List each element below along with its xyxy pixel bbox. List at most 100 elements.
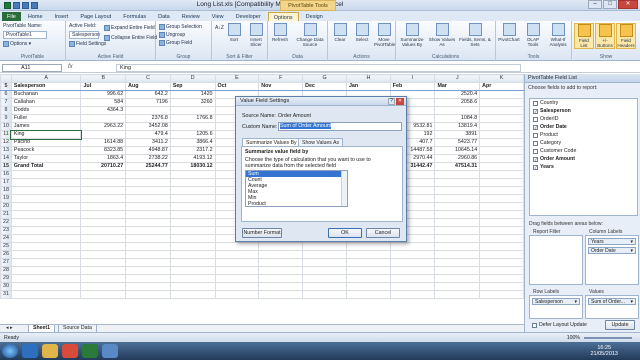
value-cell[interactable] <box>479 210 524 219</box>
row-header[interactable]: 12 <box>0 138 12 147</box>
group-field-button[interactable]: Group Field <box>159 40 192 46</box>
tab-developer[interactable]: Developer <box>231 12 266 21</box>
value-cell[interactable] <box>434 250 481 259</box>
value-cell[interactable]: Apr <box>479 82 524 91</box>
field-checkbox[interactable]: ✓ <box>533 124 538 130</box>
value-cell[interactable] <box>479 154 524 163</box>
row-label-cell[interactable]: Fuller <box>10 114 82 123</box>
column-header[interactable]: H <box>345 74 391 83</box>
area-field-chip[interactable]: Years <box>588 238 636 245</box>
value-cell[interactable] <box>169 282 216 291</box>
value-cell[interactable] <box>258 290 304 299</box>
row-header[interactable]: 29 <box>0 274 12 283</box>
name-box[interactable]: A11 <box>2 64 62 72</box>
value-cell[interactable]: 3891 <box>434 130 481 139</box>
group-selection-button[interactable]: Group Selection <box>159 24 202 30</box>
value-cell[interactable]: 2963.22 <box>80 122 127 131</box>
value-cell[interactable] <box>345 242 391 251</box>
value-cell[interactable] <box>345 258 391 267</box>
value-cell[interactable] <box>479 170 524 179</box>
value-cell[interactable] <box>169 226 216 235</box>
value-cell[interactable] <box>169 170 216 179</box>
row-label-cell[interactable]: Peacock <box>10 146 82 155</box>
value-cell[interactable] <box>125 194 171 203</box>
value-cell[interactable] <box>479 242 524 251</box>
field-list-toggle[interactable]: Field List <box>574 23 594 49</box>
value-cell[interactable]: 642.2 <box>125 90 171 99</box>
column-header[interactable]: B <box>80 74 127 83</box>
value-cell[interactable] <box>258 274 304 283</box>
field-checkbox[interactable] <box>533 100 538 106</box>
start-icon[interactable] <box>2 344 18 358</box>
value-cell[interactable] <box>125 186 171 195</box>
value-cell[interactable] <box>345 282 391 291</box>
value-cell[interactable] <box>302 266 347 275</box>
move-pivottable-button[interactable]: Move PivotTable <box>374 23 395 47</box>
column-header[interactable]: E <box>214 74 260 83</box>
value-cell[interactable] <box>434 202 481 211</box>
value-cell[interactable] <box>479 266 524 275</box>
field-item[interactable]: Country <box>530 99 637 107</box>
value-cell[interactable] <box>389 242 436 251</box>
column-header[interactable]: D <box>169 74 216 83</box>
value-cell[interactable] <box>479 130 524 139</box>
value-cell[interactable]: 2960.86 <box>434 154 481 163</box>
value-cell[interactable]: Mar <box>434 82 481 91</box>
field-item[interactable]: Category <box>530 139 637 147</box>
row-label-cell[interactable] <box>10 194 82 203</box>
value-cell[interactable] <box>80 234 127 243</box>
row-header[interactable]: 23 <box>0 226 12 235</box>
value-cell[interactable] <box>214 290 260 299</box>
value-cell[interactable]: 1420 <box>169 90 216 99</box>
value-cell[interactable]: 3411.2 <box>125 138 171 147</box>
value-cell[interactable] <box>479 250 524 259</box>
row-header[interactable]: 8 <box>0 106 12 115</box>
value-cell[interactable]: 2376.8 <box>125 114 171 123</box>
dialog-close-button[interactable]: ✕ <box>396 98 404 105</box>
value-cell[interactable] <box>214 282 260 291</box>
value-cell[interactable]: 584 <box>80 98 127 107</box>
field-item[interactable]: ✓ Order Date <box>530 123 637 131</box>
value-cell[interactable] <box>479 90 524 99</box>
value-cell[interactable]: 13819.4 <box>434 122 481 131</box>
row-header[interactable]: 11 <box>0 130 12 139</box>
value-cell[interactable] <box>389 258 436 267</box>
options-dropdown[interactable]: Options ▾ <box>3 41 31 47</box>
refresh-button[interactable]: Refresh <box>270 23 290 42</box>
value-cell[interactable] <box>169 274 216 283</box>
value-cell[interactable]: 2058.6 <box>434 98 481 107</box>
value-cell[interactable]: Jul <box>80 82 127 91</box>
value-cell[interactable] <box>479 274 524 283</box>
value-cell[interactable] <box>80 218 127 227</box>
value-cell[interactable] <box>169 250 216 259</box>
value-cell[interactable]: 18030.12 <box>169 162 216 171</box>
row-header[interactable]: 24 <box>0 234 12 243</box>
row-header[interactable]: 17 <box>0 178 12 187</box>
chrome-icon[interactable] <box>62 344 78 358</box>
row-label-cell[interactable]: King <box>10 129 82 140</box>
summary-function-list[interactable]: Sum Count Average Max Min Product <box>245 170 348 207</box>
value-cell[interactable] <box>80 170 127 179</box>
clear-button[interactable]: Clear <box>330 23 350 42</box>
field-headers-toggle[interactable]: Field Headers <box>616 23 636 49</box>
tab-design[interactable]: Design <box>301 12 328 21</box>
custom-name-input[interactable]: Sum of Order Amount <box>278 122 402 131</box>
redo-icon[interactable] <box>31 2 38 9</box>
zoom-level[interactable]: 100% <box>567 335 580 341</box>
value-cell[interactable] <box>345 290 391 299</box>
value-cell[interactable] <box>169 242 216 251</box>
value-cell[interactable] <box>125 250 171 259</box>
value-cell[interactable] <box>434 242 481 251</box>
tab-insert[interactable]: Insert <box>50 12 74 21</box>
checkbox[interactable] <box>532 322 537 328</box>
value-cell[interactable] <box>345 250 391 259</box>
value-cell[interactable] <box>169 122 216 131</box>
formula-input[interactable]: King <box>116 64 521 72</box>
value-cell[interactable] <box>169 186 216 195</box>
value-cell[interactable]: 25244.77 <box>125 162 171 171</box>
value-cell[interactable] <box>125 282 171 291</box>
tab-view[interactable]: View <box>207 12 229 21</box>
value-cell[interactable]: 2738.22 <box>125 154 171 163</box>
value-cell[interactable] <box>125 178 171 187</box>
value-cell[interactable] <box>214 258 260 267</box>
